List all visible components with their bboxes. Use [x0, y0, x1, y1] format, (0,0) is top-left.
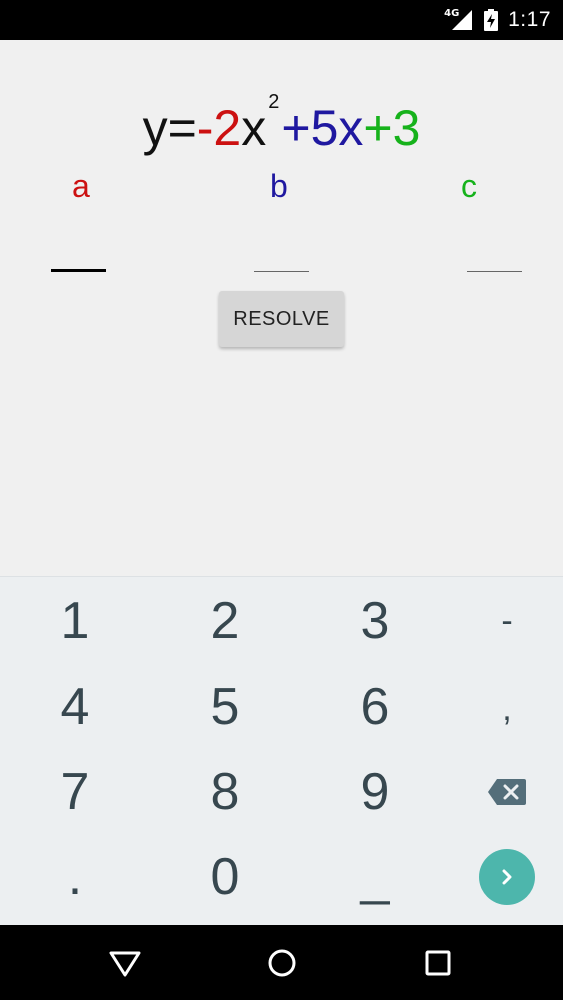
key-minus[interactable]: -	[457, 581, 557, 661]
main-content: y=-2x 2+5x+3 a b c RESOLVE	[0, 40, 563, 576]
key-0[interactable]: 0	[175, 837, 275, 917]
coefficient-a-input[interactable]	[51, 236, 106, 272]
backspace-key[interactable]	[457, 752, 557, 832]
equation-x-squared: x	[241, 100, 267, 156]
chevron-right-icon	[502, 869, 512, 885]
coefficient-b-input[interactable]	[254, 236, 309, 272]
equation-prefix: y=	[142, 100, 197, 156]
equation-b-term: +5	[281, 100, 339, 156]
input-underline	[254, 271, 309, 272]
home-icon	[268, 949, 296, 977]
equation-c-term: +3	[363, 100, 421, 156]
navigation-bar	[0, 925, 563, 1000]
recents-button[interactable]	[418, 943, 458, 983]
key-4[interactable]: 4	[25, 667, 125, 747]
key-9[interactable]: 9	[325, 752, 425, 832]
network-signal-icon: 4G	[444, 8, 474, 32]
input-underline	[467, 271, 522, 272]
numeric-keyboard: 1 2 3 - 4 5 6 , 7 8 9 . 0 _	[0, 576, 563, 926]
key-6[interactable]: 6	[325, 667, 425, 747]
status-icons: 4G 1:17	[444, 0, 551, 40]
clock: 1:17	[508, 8, 551, 31]
equation-x: x	[338, 100, 364, 156]
back-button[interactable]	[105, 943, 145, 983]
status-bar: 4G 1:17	[0, 0, 563, 40]
equation-exponent: 2	[268, 91, 280, 113]
battery-charging-icon	[484, 9, 499, 31]
coefficient-c-input[interactable]	[467, 236, 522, 272]
key-8[interactable]: 8	[175, 752, 275, 832]
key-2[interactable]: 2	[175, 581, 275, 661]
coefficient-c-label: c	[461, 168, 477, 204]
coefficient-a-label: a	[72, 168, 90, 204]
equation-a-term: -2	[196, 100, 242, 156]
key-5[interactable]: 5	[175, 667, 275, 747]
key-7[interactable]: 7	[25, 752, 125, 832]
key-1[interactable]: 1	[25, 581, 125, 661]
key-comma[interactable]: ,	[457, 669, 557, 749]
coefficient-b-label: b	[270, 168, 288, 204]
home-button[interactable]	[262, 943, 302, 983]
equation-display: y=-2x 2+5x+3	[0, 92, 563, 158]
backspace-icon	[488, 779, 526, 805]
key-dot[interactable]: .	[25, 837, 125, 917]
back-icon	[109, 951, 141, 977]
key-space[interactable]: _	[325, 837, 425, 917]
enter-key[interactable]	[479, 849, 535, 905]
recents-icon	[425, 950, 451, 976]
resolve-button[interactable]: RESOLVE	[219, 291, 344, 347]
input-underline	[51, 269, 106, 272]
key-3[interactable]: 3	[325, 581, 425, 661]
